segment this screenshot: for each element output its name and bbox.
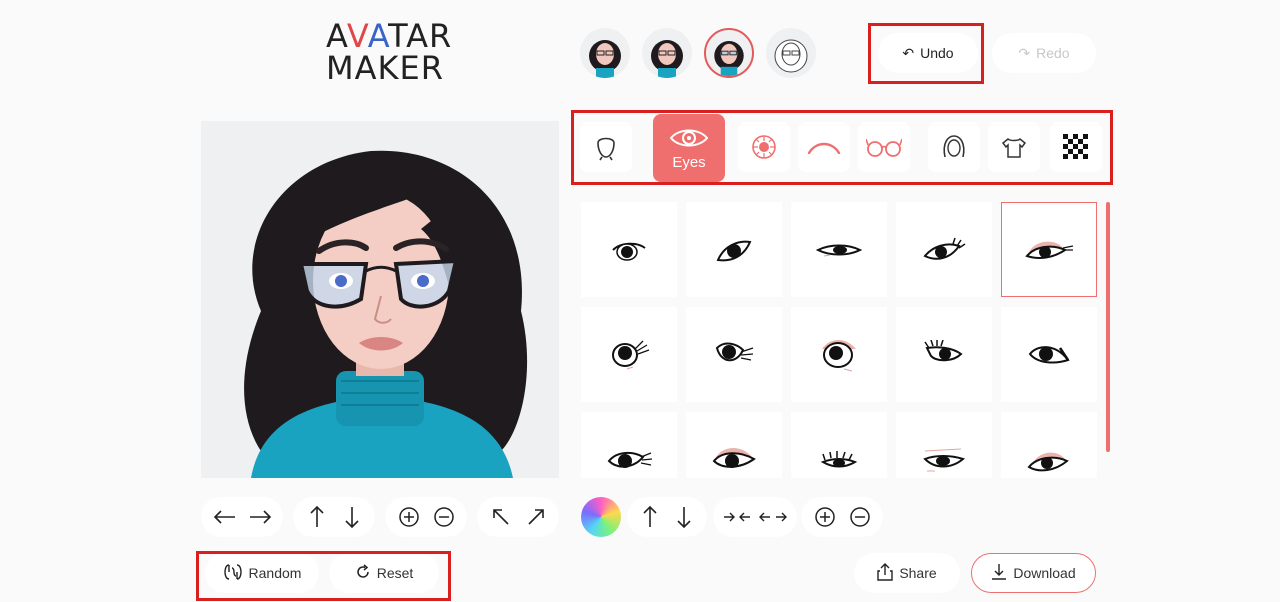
- download-icon: [991, 563, 1007, 584]
- feature-spacing-group: [713, 497, 797, 537]
- redo-icon: ↷: [1018, 44, 1031, 61]
- category-tabs: Eyes: [576, 114, 1110, 182]
- eye-option[interactable]: [896, 202, 992, 297]
- avatar-preview: [201, 121, 559, 478]
- arrow-right-icon[interactable]: [242, 499, 277, 535]
- zoom-group: [385, 497, 467, 537]
- preset-avatar-1[interactable]: [580, 28, 630, 78]
- eye-option[interactable]: [1001, 412, 1097, 478]
- eye-style-icon: [612, 242, 646, 261]
- options-scrollbar[interactable]: [1106, 202, 1110, 452]
- checkerboard-icon: [1063, 134, 1088, 159]
- eye-option[interactable]: [686, 307, 782, 402]
- eye-option[interactable]: [581, 307, 677, 402]
- zoom-out-icon[interactable]: [426, 499, 461, 535]
- undo-icon: ↶: [902, 44, 915, 61]
- eye-style-icon: [716, 240, 752, 261]
- preset-avatars: [580, 28, 816, 78]
- eye-option[interactable]: [686, 412, 782, 478]
- eye-option[interactable]: [791, 412, 887, 478]
- arrow-down-icon[interactable]: [667, 499, 701, 535]
- eye-option[interactable]: [896, 412, 992, 478]
- rotate-group: [477, 497, 559, 537]
- eye-style-icon: [923, 448, 966, 471]
- move-horizontal-group: [201, 497, 283, 537]
- redo-button[interactable]: ↷ Redo: [992, 33, 1096, 73]
- eye-option[interactable]: [581, 202, 677, 297]
- tab-eyebrows[interactable]: [798, 122, 850, 172]
- eye-option[interactable]: [686, 202, 782, 297]
- tab-clothes[interactable]: [988, 122, 1040, 172]
- arrow-up-icon[interactable]: [633, 499, 667, 535]
- hair-icon: [943, 135, 965, 158]
- feature-zoom-group: [801, 497, 883, 537]
- tab-eyes[interactable]: Eyes: [653, 114, 725, 182]
- zoom-out-icon[interactable]: [842, 499, 877, 535]
- eye-option[interactable]: [791, 307, 887, 402]
- tab-glasses[interactable]: [858, 122, 910, 172]
- eye-style-icon: [712, 447, 756, 468]
- rotate-left-icon[interactable]: [483, 499, 518, 535]
- shirt-icon: [1001, 137, 1027, 158]
- iris-icon: [752, 135, 776, 159]
- reset-icon: [355, 563, 371, 583]
- eye-style-icon: [612, 340, 650, 369]
- zoom-in-icon[interactable]: [391, 499, 426, 535]
- tab-hair[interactable]: [928, 122, 980, 172]
- eye-option-selected[interactable]: [1001, 202, 1097, 297]
- arrow-left-icon[interactable]: [207, 499, 242, 535]
- download-button[interactable]: Download: [971, 553, 1096, 593]
- eye-style-icon: [822, 339, 856, 371]
- eye-options-grid: [581, 202, 1097, 478]
- tab-background[interactable]: [1050, 122, 1102, 172]
- color-picker[interactable]: [581, 497, 621, 537]
- shuffle-icon: [223, 563, 243, 584]
- eye-style-icon: [1027, 452, 1069, 471]
- tab-iris[interactable]: [738, 122, 790, 172]
- avatar-illustration: [244, 150, 528, 478]
- tab-face[interactable]: [580, 122, 632, 172]
- eye-style-icon: [820, 450, 858, 467]
- eye-option[interactable]: [791, 202, 887, 297]
- spacing-narrow-icon[interactable]: [719, 499, 755, 535]
- share-button[interactable]: Share: [854, 553, 960, 593]
- preset-avatar-2[interactable]: [642, 28, 692, 78]
- arrow-up-icon[interactable]: [299, 499, 334, 535]
- eye-style-icon: [1025, 241, 1074, 259]
- eye-style-icon: [923, 237, 966, 260]
- rotate-right-icon[interactable]: [518, 499, 553, 535]
- feature-move-vertical-group: [627, 497, 707, 537]
- preset-avatar-4[interactable]: [766, 28, 816, 78]
- random-button[interactable]: Random: [205, 553, 319, 593]
- eye-icon: [669, 129, 709, 146]
- eye-option[interactable]: [1001, 307, 1097, 402]
- share-icon: [877, 562, 894, 584]
- eye-option[interactable]: [896, 307, 992, 402]
- zoom-in-icon[interactable]: [807, 499, 842, 535]
- preset-avatar-3[interactable]: [704, 28, 754, 78]
- eye-style-icon: [924, 339, 963, 361]
- eyebrow-icon: [807, 142, 841, 155]
- move-vertical-group: [293, 497, 375, 537]
- eye-style-icon: [607, 451, 653, 468]
- arrow-down-icon[interactable]: [334, 499, 369, 535]
- reset-button[interactable]: Reset: [329, 553, 439, 593]
- face-shape-icon: [597, 137, 615, 161]
- app-logo: AVATAR MAKER: [326, 17, 453, 87]
- eye-style-icon: [1028, 345, 1070, 363]
- spacing-wide-icon[interactable]: [755, 499, 791, 535]
- eye-style-icon: [715, 342, 754, 361]
- glasses-icon: [866, 138, 902, 157]
- eye-style-icon: [816, 244, 862, 256]
- eye-option[interactable]: [581, 412, 677, 478]
- undo-button[interactable]: ↶ Undo: [878, 33, 978, 73]
- avatar-maker-page: AVATAR MAKER ↶ Undo ↷ Redo Eyes Random R…: [0, 0, 1280, 602]
